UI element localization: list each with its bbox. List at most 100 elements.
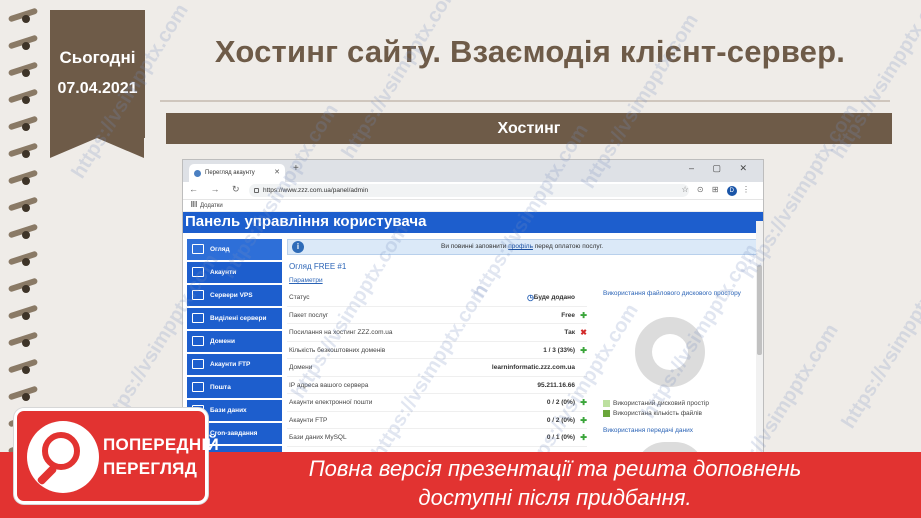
apps-icon[interactable] [191,201,197,207]
address-bar: ← → ↻ https://www.zzz.com.ua/panel/admin… [183,182,763,200]
url-text: https://www.zzz.com.ua/panel/admin [263,187,369,194]
sidebar-item[interactable]: Пошта [187,377,282,398]
tab-title: Перегляд акаунту [205,170,255,176]
disk-usage-legend: Використаний дисковий простір Використана… [603,399,753,419]
sidebar-item-label: Бази даних [210,407,247,414]
accounts-icon [192,267,204,277]
sidebar-item[interactable]: Акаунти FTP [187,354,282,375]
spiral-hole [22,177,30,185]
sidebar-item-label: Акаунти [210,269,237,276]
sidebar-item-label: Виділені сервери [210,315,267,322]
add-icon[interactable]: ✚ [580,307,587,325]
magnifier-glass [42,432,80,470]
navigation-buttons[interactable]: ← → ↻ [189,184,245,195]
spiral-hole [22,312,30,320]
add-icon[interactable]: ✚ [580,394,587,412]
scrollbar-thumb[interactable] [757,265,762,355]
sidebar-item[interactable]: Домени [187,331,282,352]
disk-usage-title[interactable]: Використання файлового дискового простор… [603,287,753,301]
spiral-hole [22,150,30,158]
preview-badge-line-1: ПОПЕРЕДНІЙ [103,435,220,454]
spiral-hole [22,258,30,266]
bookmarks-bar: Додатки [183,200,763,212]
preview-badge[interactable]: ПОПЕРЕДНІЙ ПЕРЕГЛЯД [14,408,219,504]
spiral-hole [22,204,30,212]
legend-swatch [603,399,610,407]
legend-label: Використана кількість файлів [613,410,702,417]
slide-title: Хостинг сайту. Взаємодія клієнт-сервер. [214,34,846,69]
banner-line-2: доступні після придбання. [418,485,692,510]
domain-icon [192,336,204,346]
new-tab-icon[interactable]: + [293,163,299,174]
date-value: 07.04.2021 [57,80,138,97]
add-icon[interactable]: ✚ [580,342,587,360]
url-field[interactable]: https://www.zzz.com.ua/panel/admin [249,184,689,197]
legend-item: Використана кількість файлів [603,409,753,419]
sidebar-item[interactable]: Сервери VPS [187,285,282,306]
row-value: 95.211.16.66 [537,381,575,389]
remove-icon[interactable]: ✖ [580,324,587,342]
row-value: 0 / 2 (0%) [546,399,575,406]
favicon-icon [194,170,201,177]
profile-link[interactable]: профіль [508,243,533,250]
sidebar-item[interactable]: Виділені сервери [187,308,282,329]
lock-icon [254,188,259,193]
sidebar-item-label: Домени [210,338,235,345]
browser-tabbar: Перегляд акаунту ✕ + – ▢ ✕ [183,160,763,182]
sidebar-item[interactable]: Акаунти [187,262,282,283]
table-row: Кількість безкоштовних доменів 1 / 3 (33%… [287,342,587,360]
add-icon[interactable]: ✚ [580,412,587,430]
row-label: Посилання на хостинг ZZZ.com.ua [289,329,393,336]
row-value: Free [561,311,575,319]
notice-text-before: Ви повинні заповнити [440,243,509,250]
spiral-hole [22,15,30,23]
sidebar-item-label: Огляд [210,246,230,253]
table-row: Пакет послуг Free ✚ [287,307,587,325]
window-controls[interactable]: – ▢ ✕ [689,163,755,174]
table-row: Акаунти електронної пошти 0 / 2 (0%) ✚ [287,394,587,412]
info-icon: i [292,241,304,253]
spiral-hole [22,96,30,104]
ftp-icon [192,359,204,369]
row-value: 0 / 2 (0%) [546,416,575,424]
server-icon [192,313,204,323]
mail-icon [192,382,204,392]
row-value: Буде додано [533,294,575,301]
table-row: Акаунти FTP 0 / 2 (0%) ✚ [287,412,587,430]
date-label: Сьогодні [59,48,136,67]
data-transfer-title[interactable]: Використання передачі даних [603,427,753,434]
magnifier-handle [36,464,58,486]
scrollbar[interactable] [756,221,763,458]
server-icon [192,290,204,300]
spiral-hole [22,339,30,347]
panel-content: i Ви повинні заповнити профіль перед опл… [287,239,757,458]
preview-badge-line-2: ПЕРЕГЛЯД [103,459,198,478]
row-label: Статус [289,294,310,301]
parameters-table: Статус Буде додано ◷ Пакет послуг Free ✚ Посил… [287,289,587,447]
browser-tab[interactable]: Перегляд акаунту ✕ [189,164,285,182]
clock-icon: ◷ [527,293,534,302]
overview-title: Огляд FREE #1 [289,262,347,271]
overview-icon [192,244,204,254]
table-row: Бази даних MySQL 0 / 1 (0%) ✚ [287,429,587,447]
legend-label: Використаний дисковий простір [613,400,709,407]
sidebar-item[interactable]: Огляд [187,239,282,260]
row-label: Домени [289,364,313,371]
parameters-link[interactable]: Параметри [289,277,757,284]
bookmarks-apps-label[interactable]: Додатки [200,203,223,209]
disk-usage-chart [635,317,705,387]
add-icon[interactable]: ✚ [580,429,587,447]
close-tab-icon[interactable]: ✕ [274,164,280,182]
notice-text-after: перед оплатою послуг. [532,243,604,250]
row-label: IP адреса вашого сервера [289,381,369,389]
row-label: Бази даних MySQL [289,434,347,441]
disk-usage-panel: Використання файлового дискового простор… [603,287,753,458]
table-row: IP адреса вашого сервера 95.211.16.66 [287,377,587,394]
browser-window: Перегляд акаунту ✕ + – ▢ ✕ ← → ↻ https:/… [182,159,764,459]
banner-line-1: Повна версія презентації та решта доповн… [308,456,802,481]
watermark-text: https://vsimpptx.com [837,250,921,433]
spiral-hole [22,123,30,131]
extension-icons[interactable]: ☆ ⊙ ⊞ D ⋮ [682,185,753,196]
avatar[interactable]: D [726,186,737,196]
magnifier-icon [27,421,99,493]
